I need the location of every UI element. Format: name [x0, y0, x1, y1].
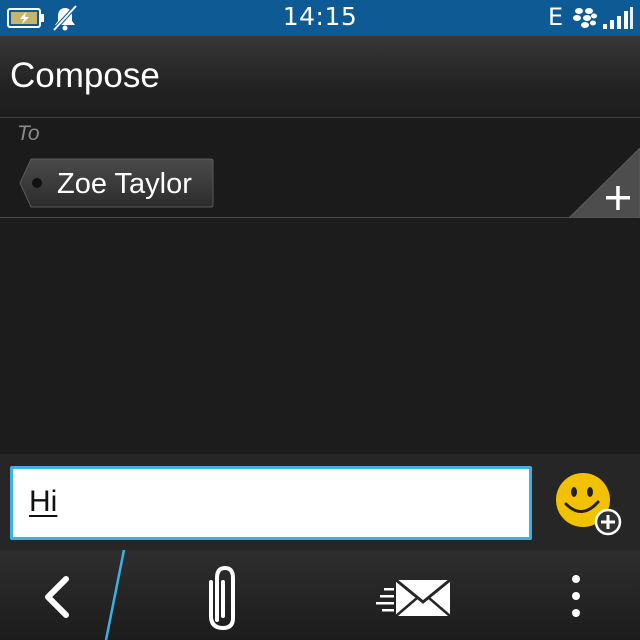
action-bar — [0, 550, 640, 640]
status-bar: 14:15 E — [0, 0, 640, 36]
recipient-chip-zoe-taylor[interactable]: Zoe Taylor — [19, 158, 214, 208]
recipient-field[interactable]: To Zoe Taylor — [0, 118, 640, 218]
network-type-label: E — [548, 3, 564, 31]
status-clock: 14:15 — [282, 2, 358, 31]
recipient-chip-label: Zoe Taylor — [57, 168, 192, 200]
message-input-row: Hi — [0, 454, 640, 550]
message-body-area[interactable] — [0, 218, 640, 454]
title-bar: Compose — [0, 36, 640, 118]
message-input-text: Hi — [29, 485, 58, 518]
paperclip-icon[interactable] — [190, 556, 260, 636]
back-divider — [104, 550, 126, 640]
plus-icon[interactable] — [569, 148, 640, 218]
signal-strength-icon — [603, 7, 633, 29]
send-mail-icon[interactable] — [372, 566, 456, 626]
emoticon-add-icon[interactable] — [552, 472, 624, 536]
overflow-menu-icon[interactable] — [556, 570, 596, 624]
blackberry-messenger-icon — [573, 8, 597, 28]
to-label: To — [17, 122, 40, 145]
message-input[interactable]: Hi — [10, 466, 532, 540]
page-title: Compose — [10, 56, 160, 95]
